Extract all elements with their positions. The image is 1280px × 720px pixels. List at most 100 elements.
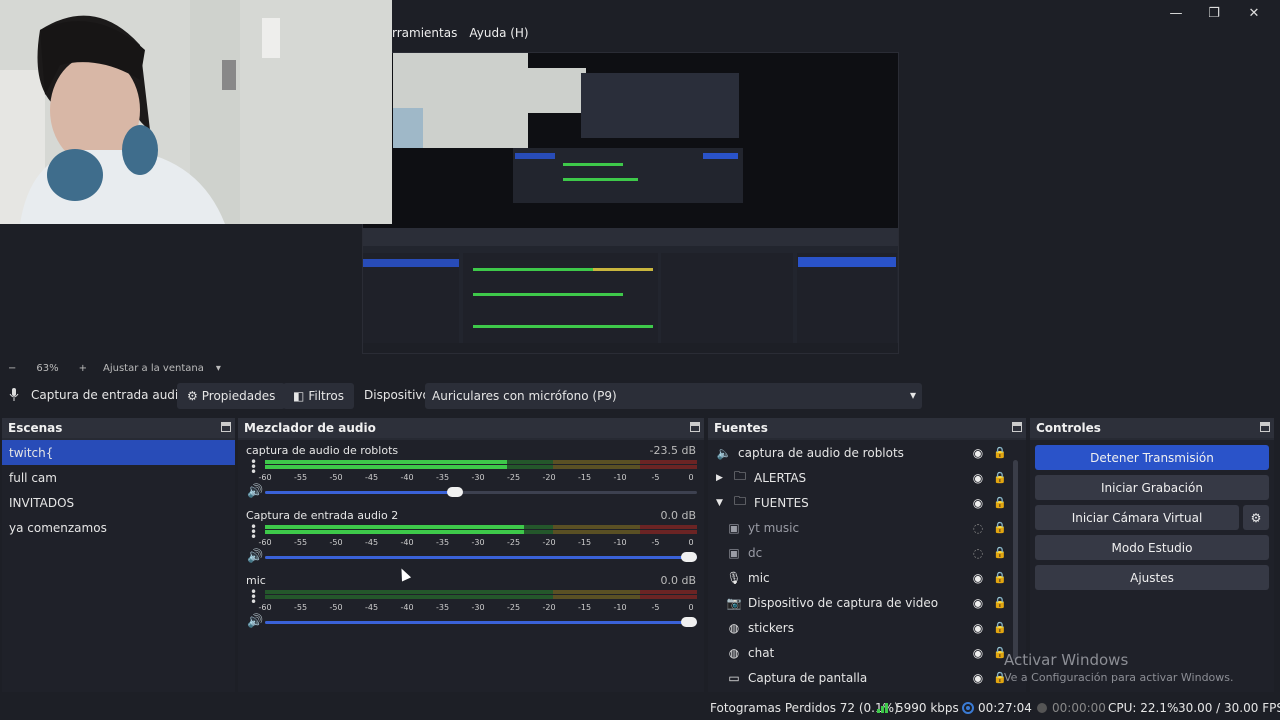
eye-icon[interactable]: ◉	[971, 471, 985, 485]
maximize-button[interactable]: ❐	[1194, 0, 1234, 26]
tick-label: -30	[471, 473, 485, 482]
volume-fill	[265, 556, 697, 559]
eye-icon[interactable]: ◉	[971, 671, 985, 685]
lock-icon[interactable]: 🔒	[993, 621, 1007, 634]
speaker-icon[interactable]: 🔊	[247, 549, 263, 564]
tick-label: -15	[577, 538, 592, 547]
lock-icon[interactable]: 🔒	[993, 446, 1007, 459]
source-item[interactable]: ▣ dc ◌ 🔒	[708, 540, 1008, 565]
source-label: yt music	[748, 520, 800, 535]
windows-activation-watermark: Activar Windows Ve a Configuración para …	[1004, 651, 1234, 684]
source-item[interactable]: 📷 Dispositivo de captura de video ◉ 🔒	[708, 590, 1008, 615]
volume-knob[interactable]	[447, 487, 464, 497]
eye-icon[interactable]: ◉	[971, 571, 985, 585]
undock-icon[interactable]	[690, 422, 700, 432]
context-source-label: Captura de entrada audio :	[31, 388, 194, 402]
mic-icon: 🎙	[726, 570, 742, 585]
fit-window-option[interactable]: Ajustar a la ventana	[103, 363, 204, 374]
tick-label: -50	[329, 473, 343, 482]
meter-row	[265, 460, 697, 464]
zoom-in-button[interactable]: +	[79, 363, 87, 374]
scene-item[interactable]: twitch{	[2, 440, 235, 465]
channel-menu-button[interactable]: • • •	[250, 456, 257, 478]
eye-icon[interactable]: ◉	[971, 446, 985, 460]
settings-button[interactable]: Ajustes	[1035, 565, 1269, 590]
meter-ticks: -60 -55 -50 -45 -40 -35 -30 -25 -20 -15 -10 -5 0	[258, 538, 697, 548]
device-select[interactable]: Auriculares con micrófono (P9) ▾	[425, 383, 922, 409]
tick-label: -5	[651, 473, 660, 482]
volume-fill	[265, 491, 456, 494]
volume-knob[interactable]	[681, 552, 697, 562]
lock-icon[interactable]: 🔒	[993, 596, 1007, 609]
source-item[interactable]: 🎙 mic ◉ 🔒	[708, 565, 1008, 590]
undock-icon[interactable]	[221, 422, 231, 432]
scrollbar[interactable]	[1013, 460, 1018, 660]
speaker-icon[interactable]: 🔊	[247, 614, 263, 629]
studio-mode-button[interactable]: Modo Estudio	[1035, 535, 1269, 560]
zoom-value: 63%	[36, 362, 59, 374]
eye-icon[interactable]: ◉	[971, 621, 985, 635]
undock-icon[interactable]	[1012, 422, 1022, 432]
tick-label: -25	[506, 473, 521, 482]
source-item[interactable]: 🔈 captura de audio de roblots ◉ 🔒	[708, 440, 1008, 465]
volume-slider[interactable]	[265, 617, 697, 627]
volume-meter	[265, 525, 697, 539]
lock-icon[interactable]: 🔒	[993, 521, 1007, 534]
virtual-cam-settings-button[interactable]: ⚙	[1243, 505, 1269, 530]
volume-slider[interactable]	[265, 487, 697, 497]
lock-icon[interactable]: 🔒	[993, 571, 1007, 584]
scene-item[interactable]: ya comenzamos	[2, 515, 235, 540]
scene-item[interactable]: full cam	[2, 465, 235, 490]
expand-arrow-icon[interactable]: ▶	[716, 473, 732, 483]
tick-label: -10	[613, 473, 627, 482]
expand-arrow-icon[interactable]: ▼	[716, 498, 732, 508]
sources-dock: Fuentes 🔈 captura de audio de roblots ◉ 🔒 ▶ 🗀…	[708, 418, 1026, 692]
speaker-icon[interactable]: 🔊	[247, 484, 263, 499]
scenes-dock: Escenas twitch{ full cam INVITADOS ya co…	[2, 418, 235, 692]
eye-icon[interactable]: ◉	[971, 496, 985, 510]
source-item[interactable]: ▭ Captura de pantalla ◉ 🔒	[708, 665, 1008, 690]
minimize-button[interactable]: —	[1156, 0, 1196, 26]
lock-icon[interactable]: 🔒	[993, 546, 1007, 559]
preview-canvas[interactable]	[362, 52, 899, 354]
volume-fill	[265, 621, 697, 624]
eye-hidden-icon[interactable]: ◌	[971, 546, 985, 560]
tick-label: -35	[435, 538, 450, 547]
chevron-down-icon[interactable]: ▾	[216, 363, 221, 374]
gear-icon: ⚙	[187, 389, 198, 403]
source-item[interactable]: ◍ stickers ◉ 🔒	[708, 615, 1008, 640]
channel-menu-button[interactable]: • • •	[250, 521, 257, 543]
meter-row	[265, 465, 697, 469]
lock-icon[interactable]: 🔒	[993, 496, 1007, 509]
stop-stream-button[interactable]: Detener Transmisión	[1035, 445, 1269, 470]
channel-menu-button[interactable]: • • •	[250, 586, 257, 608]
minimize-icon: —	[1169, 5, 1183, 21]
source-item[interactable]: ▶ 🗀 ALERTAS ◉ 🔒	[708, 465, 1008, 490]
filters-button[interactable]: ◧ Filtros	[283, 383, 355, 409]
zoom-out-button[interactable]: −	[8, 363, 16, 374]
scene-item[interactable]: INVITADOS	[2, 490, 235, 515]
source-label: stickers	[748, 620, 794, 635]
tick-label: -60	[258, 473, 272, 482]
lock-icon[interactable]: 🔒	[993, 471, 1007, 484]
eye-hidden-icon[interactable]: ◌	[971, 521, 985, 535]
undock-icon[interactable]	[1260, 422, 1270, 432]
start-virtual-cam-button[interactable]: Iniciar Cámara Virtual	[1035, 505, 1239, 530]
watermark-title: Activar Windows	[1004, 651, 1129, 669]
source-label: dc	[748, 545, 763, 560]
volume-slider[interactable]	[265, 552, 697, 562]
eye-icon[interactable]: ◉	[971, 596, 985, 610]
source-item[interactable]: ▣ yt music ◌ 🔒	[708, 515, 1008, 540]
window-icon: ▣	[728, 520, 740, 535]
volume-knob[interactable]	[681, 617, 697, 627]
close-button[interactable]: ✕	[1234, 0, 1274, 26]
menu-tools[interactable]: rramientas	[392, 26, 457, 42]
menu-help[interactable]: Ayuda (H)	[469, 26, 528, 42]
source-item[interactable]: ▼ 🗀 FUENTES ◉ 🔒	[708, 490, 1008, 515]
properties-button[interactable]: ⚙ Propiedades	[177, 383, 286, 409]
start-recording-button[interactable]: Iniciar Grabación	[1035, 475, 1269, 500]
eye-icon[interactable]: ◉	[971, 646, 985, 660]
device-value: Auriculares con micrófono (P9)	[432, 389, 617, 403]
scene-label: full cam	[9, 470, 57, 485]
source-item[interactable]: ◍ chat ◉ 🔒	[708, 640, 1008, 665]
